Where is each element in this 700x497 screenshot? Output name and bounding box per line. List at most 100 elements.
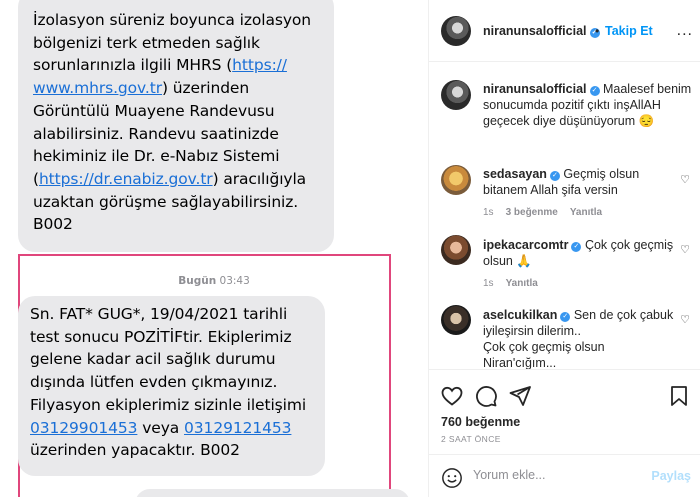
comment-bubble-icon[interactable] — [474, 384, 498, 408]
sms-text-line: üzerinden yapacaktır. B002 — [30, 439, 315, 462]
sms-text-line: uzaktan görüşme sağlayabilirsiniz. — [33, 191, 320, 214]
sms-text: sorunlarınızla ilgili MHRS ( — [33, 56, 233, 75]
sms-link[interactable]: https:// — [232, 56, 287, 74]
sms-text: ) üzerinden — [162, 79, 250, 98]
sms-text-line: gelene kadar acil sağlık durumu — [30, 348, 315, 371]
sms-text-line: hekiminiz ile Dr. e-Nabız Sistemi — [33, 145, 320, 168]
comment-text-line: Geçmiş olsun — [563, 167, 640, 181]
sms-link[interactable]: https://dr.enabiz.gov.tr — [39, 170, 213, 188]
comment-text-line: iyileşirsin dilerim.. — [483, 324, 581, 338]
comment-item: aselcukilkan ✓ Sen de çok çabuk iyileşirs… — [483, 307, 673, 371]
comment-text-line: Çok çok geçmiş olsun — [483, 340, 605, 354]
sms-text: Görüntülü Muayene Randevusu — [33, 101, 275, 120]
sms-date-time: 03:43 — [219, 275, 250, 287]
more-options-icon[interactable]: ... — [677, 22, 693, 40]
sms-text: dışında lütfen evden çıkmayınız. — [30, 373, 278, 392]
comment-username[interactable]: sedasayan — [483, 167, 547, 181]
like-heart-icon[interactable] — [440, 384, 464, 408]
comment-username[interactable]: ipekacarcomtr — [483, 238, 568, 252]
sms-text-line: (https://dr.enabiz.gov.tr) aracılığıyla — [33, 168, 320, 191]
caption-line-2: sonucumda pozitif çıktı inşAllAH — [483, 98, 661, 112]
caption-line-1: Maalesef benim — [602, 82, 692, 96]
comment-avatar[interactable] — [441, 165, 471, 195]
sms-bubble-next — [135, 489, 410, 497]
caption-line-3: geçecek diye düşünüyorum 😔 — [483, 114, 655, 128]
comment-like-heart-icon[interactable]: ♡ — [680, 243, 690, 256]
sms-date-stamp: Bugün 03:43 — [0, 275, 428, 287]
verified-badge-icon: ✓ — [549, 171, 560, 181]
sms-text-line: İzolasyon süreniz boyunca izolasyon — [33, 9, 320, 32]
comment-like-heart-icon[interactable]: ♡ — [680, 313, 690, 326]
comment-item: ipekacarcomtr ✓ Çok çok geçmiş olsun 🙏 — [483, 237, 673, 269]
post-comment-button[interactable]: Paylaş — [651, 469, 691, 483]
sms-text: ) aracılığıyla — [212, 169, 307, 188]
comment-meta: 1s Yanıtla — [483, 278, 550, 289]
post-timestamp: 2 SAAT ÖNCE — [441, 434, 501, 444]
sms-text-line: Filyasyon ekiplerimiz sizinle iletişimi — [30, 394, 315, 417]
sms-screenshot: İzolasyon süreniz boyunca izolasyon bölge… — [0, 0, 428, 497]
caption-avatar[interactable] — [441, 80, 471, 110]
caption: niranunsalofficial ✓ Maalesef benim sonuc… — [483, 81, 691, 129]
sms-text: bölgenizi terk etmeden sağlık — [33, 33, 260, 52]
post-actions: 760 beğenme 2 SAAT ÖNCE Paylaş — [429, 369, 700, 497]
instagram-post-panel: niranunsalofficial ✓ • Takip Et ... niran… — [428, 0, 700, 497]
comment-avatar[interactable] — [441, 305, 471, 335]
verified-badge-icon: ✓ — [560, 312, 571, 322]
sms-text-line: www.mhrs.gov.tr) üzerinden — [33, 77, 320, 100]
comment-input[interactable] — [473, 468, 643, 482]
comment-like-heart-icon[interactable]: ♡ — [680, 173, 690, 186]
sms-text: Filyasyon ekiplerimiz sizinle iletişimi — [30, 395, 307, 414]
emoji-icon[interactable] — [441, 467, 463, 489]
comment-username[interactable]: aselcukilkan — [483, 308, 557, 322]
sms-text: uzaktan görüşme sağlayabilirsiniz. — [33, 192, 299, 211]
sms-text-line: Sn. FAT* GUG*, 19/04/2021 tarihli — [30, 303, 315, 326]
sms-text-line: sorunlarınızla ilgili MHRS (https:// — [33, 54, 320, 77]
sms-text: test sonucu POZİTİFtir. Ekiplerimiz — [30, 327, 292, 346]
comment-age: 1s — [483, 278, 494, 289]
sms-text-line: dışında lütfen evden çıkmayınız. — [30, 371, 315, 394]
comment-item: sedasayan ✓ Geçmiş olsun bitanem Allah şi… — [483, 166, 639, 198]
sms-text: alabilirsiniz. Randevu saatinizde — [33, 124, 279, 143]
comment-likes-count[interactable]: 3 beğenme — [506, 207, 558, 218]
sms-text: gelene kadar acil sağlık durumu — [30, 350, 276, 369]
sms-link[interactable]: www.mhrs.gov.tr — [33, 79, 162, 97]
comment-avatar[interactable] — [441, 235, 471, 265]
sms-text-line: 03129901453 veya 03129121453 — [30, 417, 315, 440]
sms-bubble-izolasyon: İzolasyon süreniz boyunca izolasyon bölge… — [18, 0, 334, 252]
sms-text-line: bölgenizi terk etmeden sağlık — [33, 32, 320, 55]
sms-text: İzolasyon süreniz boyunca izolasyon — [33, 11, 312, 29]
reply-button[interactable]: Yanıtla — [506, 278, 538, 289]
caption-username[interactable]: niranunsalofficial — [483, 82, 587, 96]
owner-username-text[interactable]: niranunsalofficial — [483, 24, 587, 38]
sms-link[interactable]: 03129901453 — [30, 419, 137, 437]
likes-count[interactable]: 760 beğenme — [441, 415, 520, 429]
sms-text-line: Görüntülü Muayene Randevusu — [33, 100, 320, 123]
sms-text-line: B002 — [33, 213, 320, 236]
comment-text-line: olsun 🙏 — [483, 254, 532, 268]
follow-button[interactable]: Takip Et — [605, 24, 653, 38]
post-header: niranunsalofficial ✓ • Takip Et ... — [429, 0, 700, 62]
sms-date-day: Bugün — [178, 275, 217, 287]
comment-text-line: Çok çok geçmiş — [584, 238, 674, 252]
comment-text-line: Sen de çok çabuk — [573, 308, 674, 322]
owner-username[interactable]: niranunsalofficial ✓ — [483, 24, 600, 38]
sms-text: hekiminiz ile Dr. e-Nabız Sistemi — [33, 147, 280, 166]
sms-link[interactable]: 03129121453 — [184, 419, 291, 437]
comment-age: 1s — [483, 207, 494, 218]
comment-meta: 1s 3 beğenme Yanıtla — [483, 207, 614, 218]
owner-avatar[interactable] — [441, 16, 471, 46]
add-comment-bar: Paylaş — [429, 454, 700, 497]
bookmark-icon[interactable] — [667, 384, 691, 408]
reply-button[interactable]: Yanıtla — [570, 207, 602, 218]
sms-text: Sn. FAT* GUG*, 19/04/2021 tarihli — [30, 305, 288, 323]
verified-badge-icon: ✓ — [589, 86, 600, 96]
sms-bubble-pozitif: Sn. FAT* GUG*, 19/04/2021 tarihli test so… — [18, 296, 325, 476]
sms-text: veya — [137, 418, 185, 437]
header-separator: • — [595, 24, 600, 38]
sms-text-line: test sonucu POZİTİFtir. Ekiplerimiz — [30, 326, 315, 349]
comment-text-line: bitanem Allah şifa versin — [483, 183, 618, 197]
sms-text: üzerinden yapacaktır. B002 — [30, 441, 240, 460]
share-send-icon[interactable] — [508, 384, 532, 408]
verified-badge-icon: ✓ — [571, 242, 582, 252]
sms-text-line: alabilirsiniz. Randevu saatinizde — [33, 123, 320, 146]
